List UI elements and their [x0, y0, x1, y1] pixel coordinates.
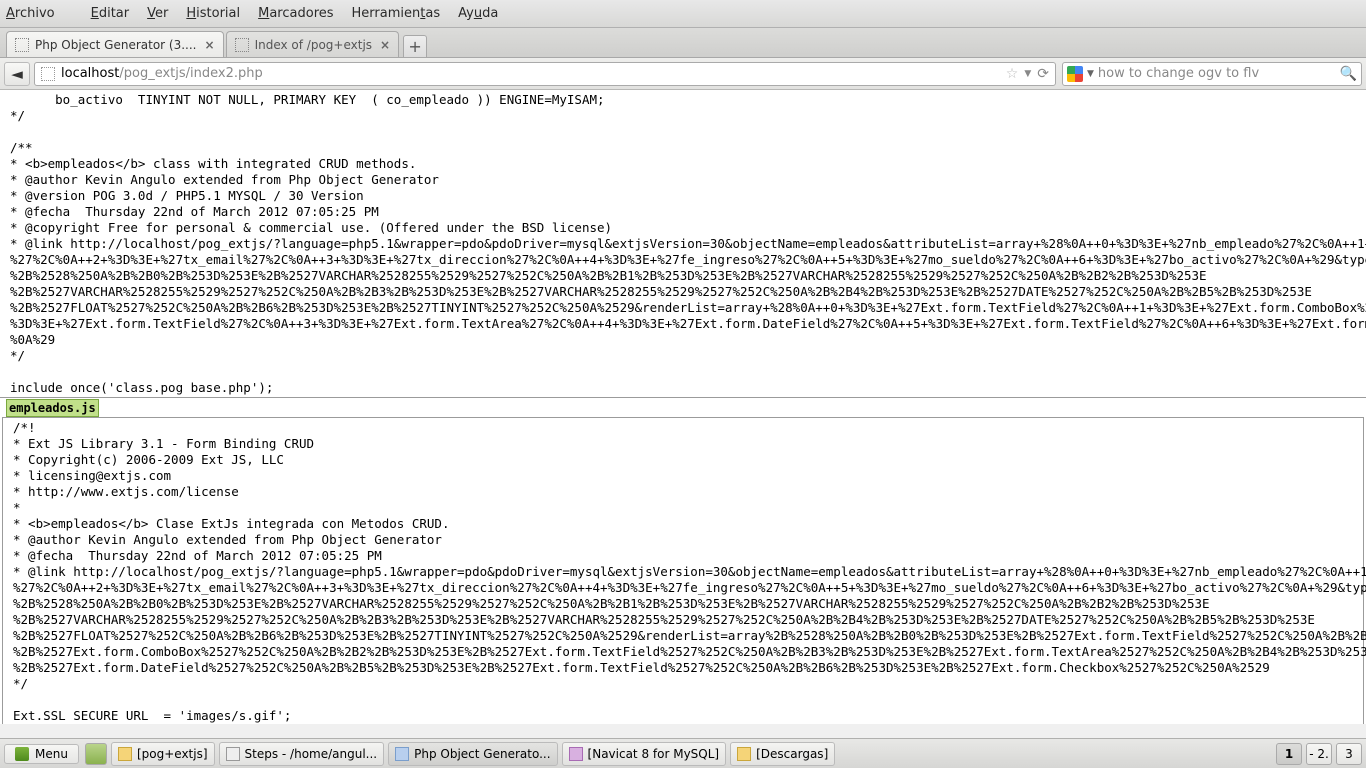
menu-marcadores[interactable]: Marcadores [258, 6, 333, 21]
url-host: localhost [61, 66, 119, 81]
menu-label: Menu [35, 747, 68, 761]
page-icon [235, 38, 249, 52]
back-button[interactable]: ◄ [4, 62, 30, 86]
page-content: bo_activo TINYINT NOT NULL, PRIMARY KEY … [0, 90, 1366, 724]
app-menubar: Archivo Editar Ver Historial Marcadores … [0, 0, 1366, 28]
tab-close-icon[interactable]: × [205, 38, 215, 52]
reload-icon[interactable]: ⟳ [1037, 66, 1049, 82]
code-block-bottom[interactable]: /*! * Ext JS Library 3.1 - Form Binding … [3, 418, 1363, 724]
search-icon[interactable]: 🔍 [1340, 66, 1357, 82]
arrow-left-icon: ◄ [11, 65, 23, 83]
menu-herramientas[interactable]: Herramientas [352, 6, 441, 21]
document-icon [226, 747, 240, 761]
tab-label: Php Object Generator (3.... [35, 38, 197, 52]
search-engine-dropdown-icon[interactable]: ▼ [1087, 69, 1094, 79]
menu-ayuda[interactable]: Ayuda [458, 6, 498, 21]
browser-toolbar: ◄ localhost/pog_extjs/index2.php ☆ ▼ ⟳ ▼… [0, 58, 1366, 90]
browser-tab-strip: Php Object Generator (3.... × Index of /… [0, 28, 1366, 58]
workspace-2[interactable]: - 2. [1306, 743, 1332, 765]
section-header-empleados-js: empleados.js [6, 399, 99, 417]
taskbar-item-label: Steps - /home/angul... [245, 747, 378, 761]
taskbar-item-2[interactable]: Php Object Generato... [388, 742, 557, 766]
search-bar[interactable]: ▼ how to change ogv to flv 🔍 [1062, 62, 1362, 86]
browser-tab-1[interactable]: Index of /pog+extjs × [226, 31, 400, 57]
taskbar-item-label: [Navicat 8 for MySQL] [588, 747, 720, 761]
google-icon[interactable] [1067, 66, 1083, 82]
site-identity-icon[interactable] [41, 67, 55, 81]
browser-tab-0[interactable]: Php Object Generator (3.... × [6, 31, 224, 57]
new-tab-button[interactable]: + [403, 35, 427, 57]
bookmark-star-icon[interactable]: ☆ [1006, 66, 1019, 82]
taskbar-item-3[interactable]: [Navicat 8 for MySQL] [562, 742, 727, 766]
start-menu-button[interactable]: Menu [4, 744, 79, 764]
taskbar-item-0[interactable]: [pog+extjs] [111, 742, 215, 766]
show-desktop-button[interactable] [85, 743, 107, 765]
tab-label: Index of /pog+extjs [255, 38, 372, 52]
taskbar-item-1[interactable]: Steps - /home/angul... [219, 742, 385, 766]
taskbar-item-label: [Descargas] [756, 747, 828, 761]
mint-menu-icon [15, 747, 29, 761]
browser-icon [395, 747, 409, 761]
url-bar[interactable]: localhost/pog_extjs/index2.php ☆ ▼ ⟳ [34, 62, 1056, 86]
workspace-1[interactable]: 1 [1276, 743, 1302, 765]
url-path: /pog_extjs/index2.php [119, 66, 262, 81]
folder-icon [737, 747, 751, 761]
desktop-taskbar: Menu [pog+extjs] Steps - /home/angul... … [0, 738, 1366, 768]
url-dropdown-icon[interactable]: ▼ [1024, 69, 1031, 79]
code-block-bottom-container: /*! * Ext JS Library 3.1 - Form Binding … [2, 417, 1364, 724]
folder-icon [118, 747, 132, 761]
divider [0, 397, 1366, 398]
database-icon [569, 747, 583, 761]
taskbar-item-4[interactable]: [Descargas] [730, 742, 835, 766]
workspace-3[interactable]: 3 [1336, 743, 1362, 765]
taskbar-item-label: Php Object Generato... [414, 747, 550, 761]
menu-historial[interactable]: Historial [186, 6, 240, 21]
menu-ver[interactable]: Ver [147, 6, 168, 21]
tab-close-icon[interactable]: × [380, 38, 390, 52]
page-icon [15, 38, 29, 52]
taskbar-item-label: [pog+extjs] [137, 747, 208, 761]
search-text: how to change ogv to flv [1098, 66, 1340, 81]
menu-archivo[interactable]: Archivo [6, 6, 73, 21]
menu-editar[interactable]: Editar [91, 6, 130, 21]
code-block-top[interactable]: bo_activo TINYINT NOT NULL, PRIMARY KEY … [0, 90, 1366, 396]
